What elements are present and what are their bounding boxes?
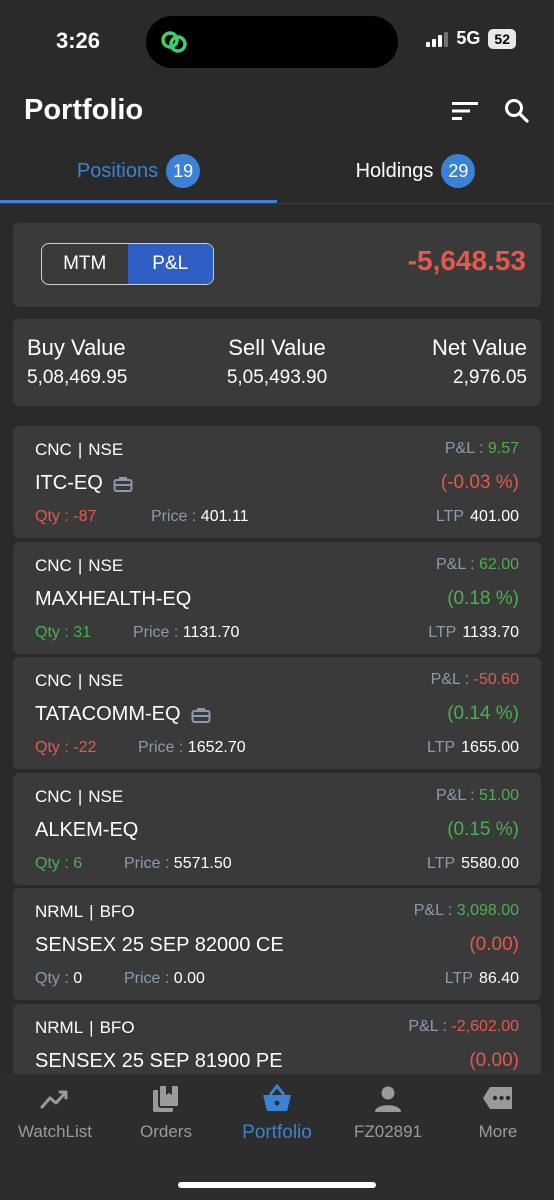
position-symbol: MAXHEALTH-EQ (35, 588, 192, 610)
position-price: Price : 1131.70 (133, 624, 240, 641)
position-card[interactable]: CNC | NSE MAXHEALTH-EQ Qty : 31 Price : 11… (13, 542, 541, 654)
tab-positions-count: 19 (166, 154, 201, 188)
position-card[interactable]: CNC | NSE ALKEM-EQ Qty : 6 Price : 5571.50… (13, 773, 541, 885)
position-ltp: LTP 5580.00 (427, 855, 519, 872)
sort-icon[interactable] (450, 96, 480, 126)
status-bar: 3:26 5G 52 (0, 0, 554, 84)
orders-book-icon (153, 1084, 180, 1112)
briefcase-icon (113, 476, 133, 492)
value-summary-card: Buy Value 5,08,469.95 Sell Value 5,05,49… (13, 319, 541, 406)
nav-watchlist[interactable]: WatchList (0, 1082, 110, 1142)
trend-chart-icon (40, 1090, 68, 1109)
position-symbol: ITC-EQ (35, 472, 133, 495)
position-symbol: TATACOMM-EQ (35, 703, 211, 726)
active-tab-indicator (0, 200, 277, 203)
position-pnl: P&L : 51.00 (435, 787, 519, 804)
product-exchange: CNC | NSE (35, 556, 124, 575)
search-icon[interactable] (502, 96, 532, 126)
toggle-pnl[interactable]: P&L (127, 244, 213, 284)
tab-positions[interactable]: Positions 19 (0, 140, 277, 202)
nav-more-label: More (478, 1122, 518, 1141)
nav-watchlist-label: WatchList (17, 1122, 92, 1141)
position-ltp: LTP 86.40 (444, 970, 519, 987)
position-pnl: P&L : 62.00 (435, 556, 519, 573)
position-change-pct: (0.18 %) (447, 588, 519, 609)
tab-holdings-label: Holdings (355, 159, 434, 182)
net-value-label: Net Value (432, 335, 527, 360)
tab-holdings[interactable]: Holdings 29 (277, 140, 554, 202)
product-exchange: NRML | BFO (35, 902, 135, 921)
briefcase-icon (191, 707, 211, 723)
tab-holdings-count: 29 (441, 154, 476, 188)
position-pnl: P&L : -50.60 (430, 671, 519, 688)
more-dots-icon (483, 1087, 512, 1109)
position-change-pct: (0.00) (469, 1050, 519, 1071)
nav-more[interactable]: More (443, 1082, 553, 1142)
nav-portfolio-label: Portfolio (242, 1122, 312, 1143)
position-qty: Qty : 0 (35, 970, 83, 987)
nav-orders[interactable]: Orders (111, 1082, 221, 1142)
net-value: 2,976.05 (453, 367, 527, 388)
position-ltp: LTP 1133.70 (428, 624, 519, 641)
position-price: Price : 1652.70 (138, 739, 246, 756)
net-value-section: Net Value 2,976.05 (432, 335, 527, 389)
product-exchange: CNC | NSE (35, 787, 124, 806)
product-exchange: CNC | NSE (35, 440, 124, 459)
position-ltp: LTP 401.00 (435, 508, 519, 525)
position-card[interactable]: NRML | BFO SENSEX 25 SEP 81900 PE P&L : -2… (13, 1004, 541, 1074)
nav-portfolio[interactable]: Portfolio (222, 1082, 332, 1144)
dynamic-island (146, 16, 398, 68)
position-card[interactable]: CNC | NSE TATACOMM-EQ Qty : -22 Price : 16… (13, 657, 541, 769)
mtm-pnl-toggle: MTM P&L (41, 243, 214, 285)
position-change-pct: (0.15 %) (447, 819, 519, 840)
basket-icon (263, 1084, 291, 1111)
position-card[interactable]: NRML | BFO SENSEX 25 SEP 82000 CE Qty : 0 … (13, 888, 541, 1000)
nav-account[interactable]: FZ02891 (333, 1082, 443, 1142)
position-change-pct: (0.00) (469, 934, 519, 955)
toggle-mtm[interactable]: MTM (42, 244, 128, 284)
status-indicators: 5G 52 (426, 28, 516, 49)
position-price: Price : 5571.50 (124, 855, 232, 872)
position-change-pct: (-0.03 %) (440, 472, 519, 493)
link-icon (161, 31, 187, 53)
position-price: Price : 0.00 (124, 970, 205, 987)
total-pnl-value: -5,648.53 (407, 245, 526, 276)
page-title: Portfolio (24, 94, 144, 126)
position-change-pct: (0.14 %) (447, 703, 519, 724)
portfolio-tabs: Positions 19 Holdings 29 (0, 140, 554, 204)
tab-positions-label: Positions (76, 159, 159, 182)
position-card[interactable]: CNC | NSE ITC-EQ Qty : -87 Price : 401.11 … (13, 426, 541, 538)
position-symbol: SENSEX 25 SEP 81900 PE (35, 1050, 283, 1072)
position-symbol: SENSEX 25 SEP 82000 CE (35, 934, 284, 956)
home-indicator (178, 1182, 376, 1188)
battery-icon: 52 (488, 28, 516, 49)
nav-orders-label: Orders (140, 1122, 192, 1141)
cellular-signal-icon (426, 31, 449, 47)
positions-list[interactable]: CNC | NSE ITC-EQ Qty : -87 Price : 401.11 … (0, 426, 554, 1074)
position-ltp: LTP 1655.00 (427, 739, 519, 756)
position-symbol: ALKEM-EQ (35, 819, 139, 841)
position-price: Price : 401.11 (151, 508, 249, 525)
network-type: 5G (456, 28, 481, 48)
position-qty: Qty : 31 (35, 624, 92, 641)
pnl-toggle-card: MTM P&L -5,648.53 (13, 223, 541, 307)
product-exchange: NRML | BFO (35, 1018, 135, 1037)
product-exchange: CNC | NSE (35, 671, 124, 690)
position-pnl: P&L : 3,098.00 (413, 902, 519, 919)
position-qty: Qty : -87 (35, 508, 97, 525)
user-icon (375, 1086, 401, 1112)
nav-account-label: FZ02891 (353, 1122, 423, 1141)
app-header: Portfolio (0, 84, 554, 138)
position-pnl: P&L : -2,602.00 (408, 1018, 519, 1035)
position-qty: Qty : 6 (35, 855, 83, 872)
position-pnl: P&L : 9.57 (444, 440, 519, 457)
position-qty: Qty : -22 (35, 739, 97, 756)
status-time: 3:26 (56, 28, 101, 53)
